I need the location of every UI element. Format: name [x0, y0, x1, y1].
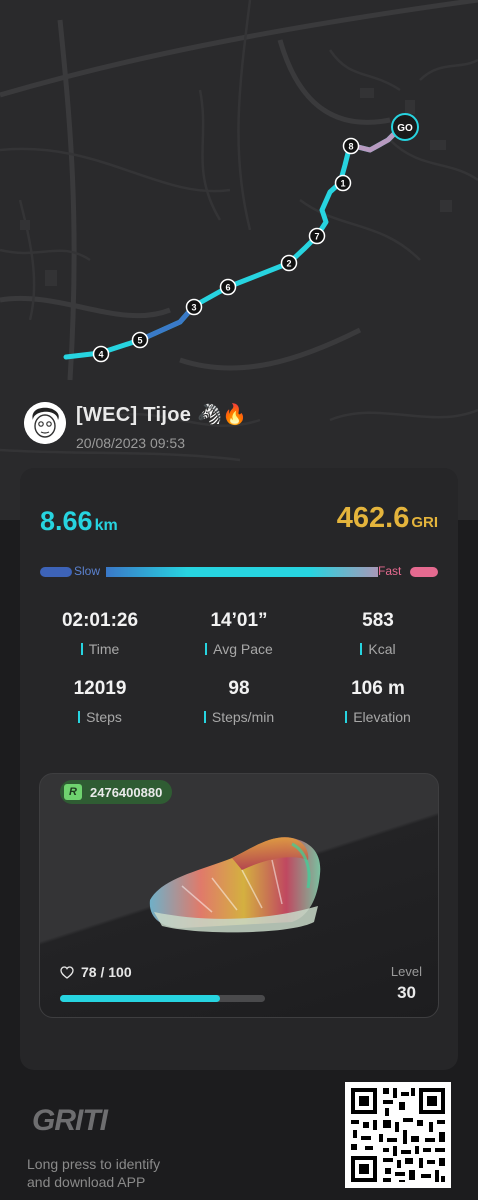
stat-value: 12019 [73, 678, 127, 699]
durability: 78 / 100 [60, 964, 132, 980]
download-hint-line1: Long press to identify [27, 1156, 161, 1172]
heart-icon [60, 965, 74, 979]
stat-time: 02:01:26 Time [27, 610, 173, 657]
km-marker[interactable]: 6 [219, 278, 237, 296]
gri-unit: GRI [411, 514, 438, 531]
stat-kcal: 583 Kcal [305, 610, 451, 657]
stat-label: Avg Pace [166, 641, 312, 657]
rarity-r-icon: R [64, 784, 82, 800]
stat-label: Kcal [305, 641, 451, 657]
km-marker[interactable]: 3 [185, 298, 203, 316]
stat-label: Time [27, 641, 173, 657]
km-marker-label: 1 [340, 179, 345, 189]
app-logo: GRITI [32, 1104, 132, 1143]
stat-value: 583 [362, 610, 394, 631]
km-marker[interactable]: 7 [308, 227, 326, 245]
stat-value: 02:01:26 [61, 610, 139, 631]
km-marker-label: 8 [348, 142, 353, 152]
stat-avg-pace: 14’01” Avg Pace [166, 610, 312, 657]
start-marker[interactable]: GO [391, 113, 419, 141]
distance-unit: km [94, 517, 118, 534]
km-marker[interactable]: 2 [280, 254, 298, 272]
gri-earned: 462.6 GRI [337, 502, 438, 535]
app-logo-text: GRITI [32, 1104, 109, 1137]
avatar-illustration-icon [24, 402, 66, 444]
speed-bar-fast-segment [410, 567, 438, 577]
stat-value: 14’01” [210, 610, 268, 631]
user-header: [WEC] Tijoe 🦓🔥 20/08/2023 09:53 [24, 402, 247, 451]
stat-label: Elevation [305, 709, 451, 725]
stat-steps: 12019 Steps [27, 678, 173, 725]
sneaker-id: 2476400880 [90, 784, 163, 800]
activity-datetime: 20/08/2023 09:53 [76, 435, 185, 451]
start-marker-label: GO [397, 123, 413, 134]
speed-gradient-bar: Slow Fast [40, 564, 438, 578]
stat-value: 98 [228, 678, 250, 699]
km-marker-label: 2 [286, 259, 291, 269]
durability-value: 78 / 100 [81, 964, 132, 980]
km-marker[interactable]: 4 [92, 345, 110, 363]
sneaker-image [149, 837, 321, 933]
activity-summary-card: 8.66 km 462.6 GRI Slow Fast 02:01:26 Time … [20, 468, 458, 1070]
stat-label: Steps [27, 709, 173, 725]
download-hint: Long press to identify and download APP [27, 1155, 160, 1191]
km-marker-label: 7 [314, 232, 319, 242]
speed-bar-gradient [106, 567, 378, 577]
avatar[interactable] [24, 402, 66, 444]
qr-code[interactable] [345, 1082, 451, 1188]
distance: 8.66 km [40, 506, 118, 537]
km-marker-label: 3 [191, 303, 196, 313]
durability-bar [60, 995, 265, 1002]
sneaker-card[interactable]: R 2476400880 78 / 100 Level 30 [39, 773, 439, 1018]
km-marker-label: 4 [98, 350, 103, 360]
stat-elevation: 106 m Elevation [305, 678, 451, 725]
gri-value: 462.6 [336, 502, 410, 534]
qr-code-icon [345, 1082, 451, 1188]
km-marker[interactable]: 8 [342, 137, 360, 155]
km-marker-label: 5 [137, 336, 142, 346]
sneaker-id-badge: R 2476400880 [60, 780, 173, 804]
level-value: 30 [397, 983, 416, 1002]
speed-bar-slow-label: Slow [74, 564, 101, 578]
stat-value: 106 m [351, 678, 405, 699]
stat-steps-per-min: 98 Steps/min [166, 678, 312, 725]
km-marker[interactable]: 1 [334, 174, 352, 192]
level-label: Level [390, 964, 422, 979]
durability-bar-fill [60, 995, 220, 1002]
speed-bar-fast-label: Fast [378, 564, 402, 578]
distance-value: 8.66 [40, 506, 93, 536]
km-marker-label: 6 [225, 283, 230, 293]
speed-bar-slow-segment [40, 567, 72, 577]
km-marker[interactable]: 5 [131, 331, 149, 349]
download-hint-line2: and download APP [27, 1174, 146, 1190]
stat-label: Steps/min [166, 709, 312, 725]
username: [WEC] Tijoe 🦓🔥 [76, 404, 248, 426]
